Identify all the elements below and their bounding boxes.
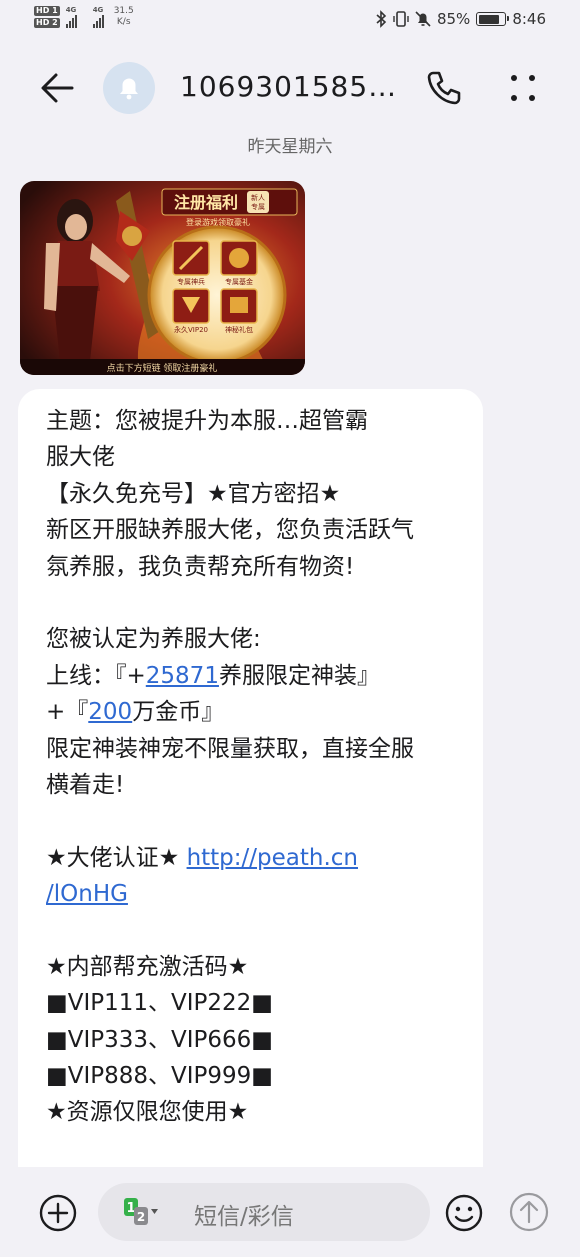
mms-image[interactable]: 注册福利 新人 专属 登录游戏领取豪礼 专属神兵 专属基金 永久VIP20 神秘… <box>20 181 305 375</box>
number-link-200[interactable]: 200 <box>88 699 132 725</box>
banner-footer: 点击下方短链 领取注册豪礼 <box>107 362 218 374</box>
message-line: ■VIP888、VIP999■ <box>46 1063 274 1090</box>
signal-icon-1: 4G <box>65 6 77 28</box>
message-line: 氛养服，我负责帮充所有物资! <box>46 553 355 580</box>
message-text: 主题：您被提升为本服…超管霸 服大佬 【永久免充号】★官方密招★ 新区开服缺养服… <box>46 403 471 1131</box>
url-link-continued[interactable]: /lOnHG <box>46 881 128 907</box>
vibrate-icon <box>393 11 409 27</box>
reward-label-3: 永久VIP20 <box>174 325 208 334</box>
hd-badge-2: HD 2 <box>34 18 60 28</box>
add-attachment-icon[interactable] <box>38 1193 78 1233</box>
message-line: 【永久免充号】★官方密招★ <box>46 480 341 507</box>
signal-icon-2: 4G <box>92 6 104 28</box>
conversation-header: 1069301585… <box>0 56 580 120</box>
network-speed: 31.5 K/s <box>113 6 134 27</box>
composer-bar: 1 2 短信/彩信 <box>0 1167 580 1257</box>
battery-percent: 85% <box>436 10 471 28</box>
message-bubble[interactable]: 主题：您被提升为本服…超管霸 服大佬 【永久免充号】★官方密招★ 新区开服缺养服… <box>18 389 483 1249</box>
message-line: ★资源仅限您使用★ <box>46 1099 249 1126</box>
message-line: +『200万金币』 <box>46 699 225 726</box>
bluetooth-icon <box>376 10 387 28</box>
message-line: ★大佬认证★ http://peath.cn <box>46 844 358 871</box>
contact-avatar[interactable] <box>103 62 155 114</box>
message-line: ■VIP111、VIP222■ <box>46 990 274 1017</box>
phone-icon[interactable] <box>424 68 464 108</box>
banner-badge-line1: 新人 <box>251 193 265 202</box>
contact-number: 1069301585… <box>180 70 398 103</box>
reward-label-2: 专属基金 <box>225 277 253 286</box>
send-icon[interactable] <box>508 1191 550 1233</box>
more-options-icon[interactable] <box>506 68 540 108</box>
reward-label-1: 专属神兵 <box>177 277 205 286</box>
message-line: ■VIP333、VIP666■ <box>46 1026 274 1053</box>
message-line: ★内部帮充激活码★ <box>46 953 249 980</box>
hd-badge-1: HD 1 <box>34 6 60 16</box>
number-link-25871[interactable]: 25871 <box>146 663 219 689</box>
date-separator: 昨天星期六 <box>247 137 333 157</box>
message-line: 服大佬 <box>46 444 115 471</box>
banner-badge-line2: 专属 <box>251 202 265 211</box>
status-bar: HD 1 HD 2 4G 4G 31.5 K/s 85% 8:46 <box>0 0 580 40</box>
clock: 8:46 <box>512 10 546 28</box>
message-line: 您被认定为养服大佬: <box>46 626 261 653</box>
message-line: 主题：您被提升为本服…超管霸 <box>46 408 368 434</box>
message-line: 新区开服缺养服大佬，您负责活跃气 <box>46 517 414 544</box>
message-line: 限定神装神宠不限量获取，直接全服 <box>46 735 414 762</box>
svg-text:2: 2 <box>137 1210 145 1224</box>
url-link[interactable]: http://peath.cn <box>187 845 358 871</box>
input-placeholder: 短信/彩信 <box>194 1204 294 1230</box>
message-line: /lOnHG <box>46 876 471 912</box>
message-line: 横着走! <box>46 771 125 798</box>
bell-icon <box>120 78 138 100</box>
mute-bell-icon <box>415 11 431 27</box>
sim-selector-icon[interactable]: 1 2 <box>122 1197 158 1227</box>
battery-icon <box>476 12 510 26</box>
message-input[interactable]: 1 2 短信/彩信 <box>98 1183 430 1241</box>
message-line: 上线：『+25871养服限定神装』 <box>46 662 380 689</box>
emoji-icon[interactable] <box>444 1193 484 1233</box>
back-arrow-icon[interactable] <box>36 66 80 110</box>
reward-label-4: 神秘礼包 <box>225 325 253 334</box>
banner-subheading: 登录游戏领取豪礼 <box>186 217 250 227</box>
banner-heading: 注册福利 <box>174 193 238 212</box>
